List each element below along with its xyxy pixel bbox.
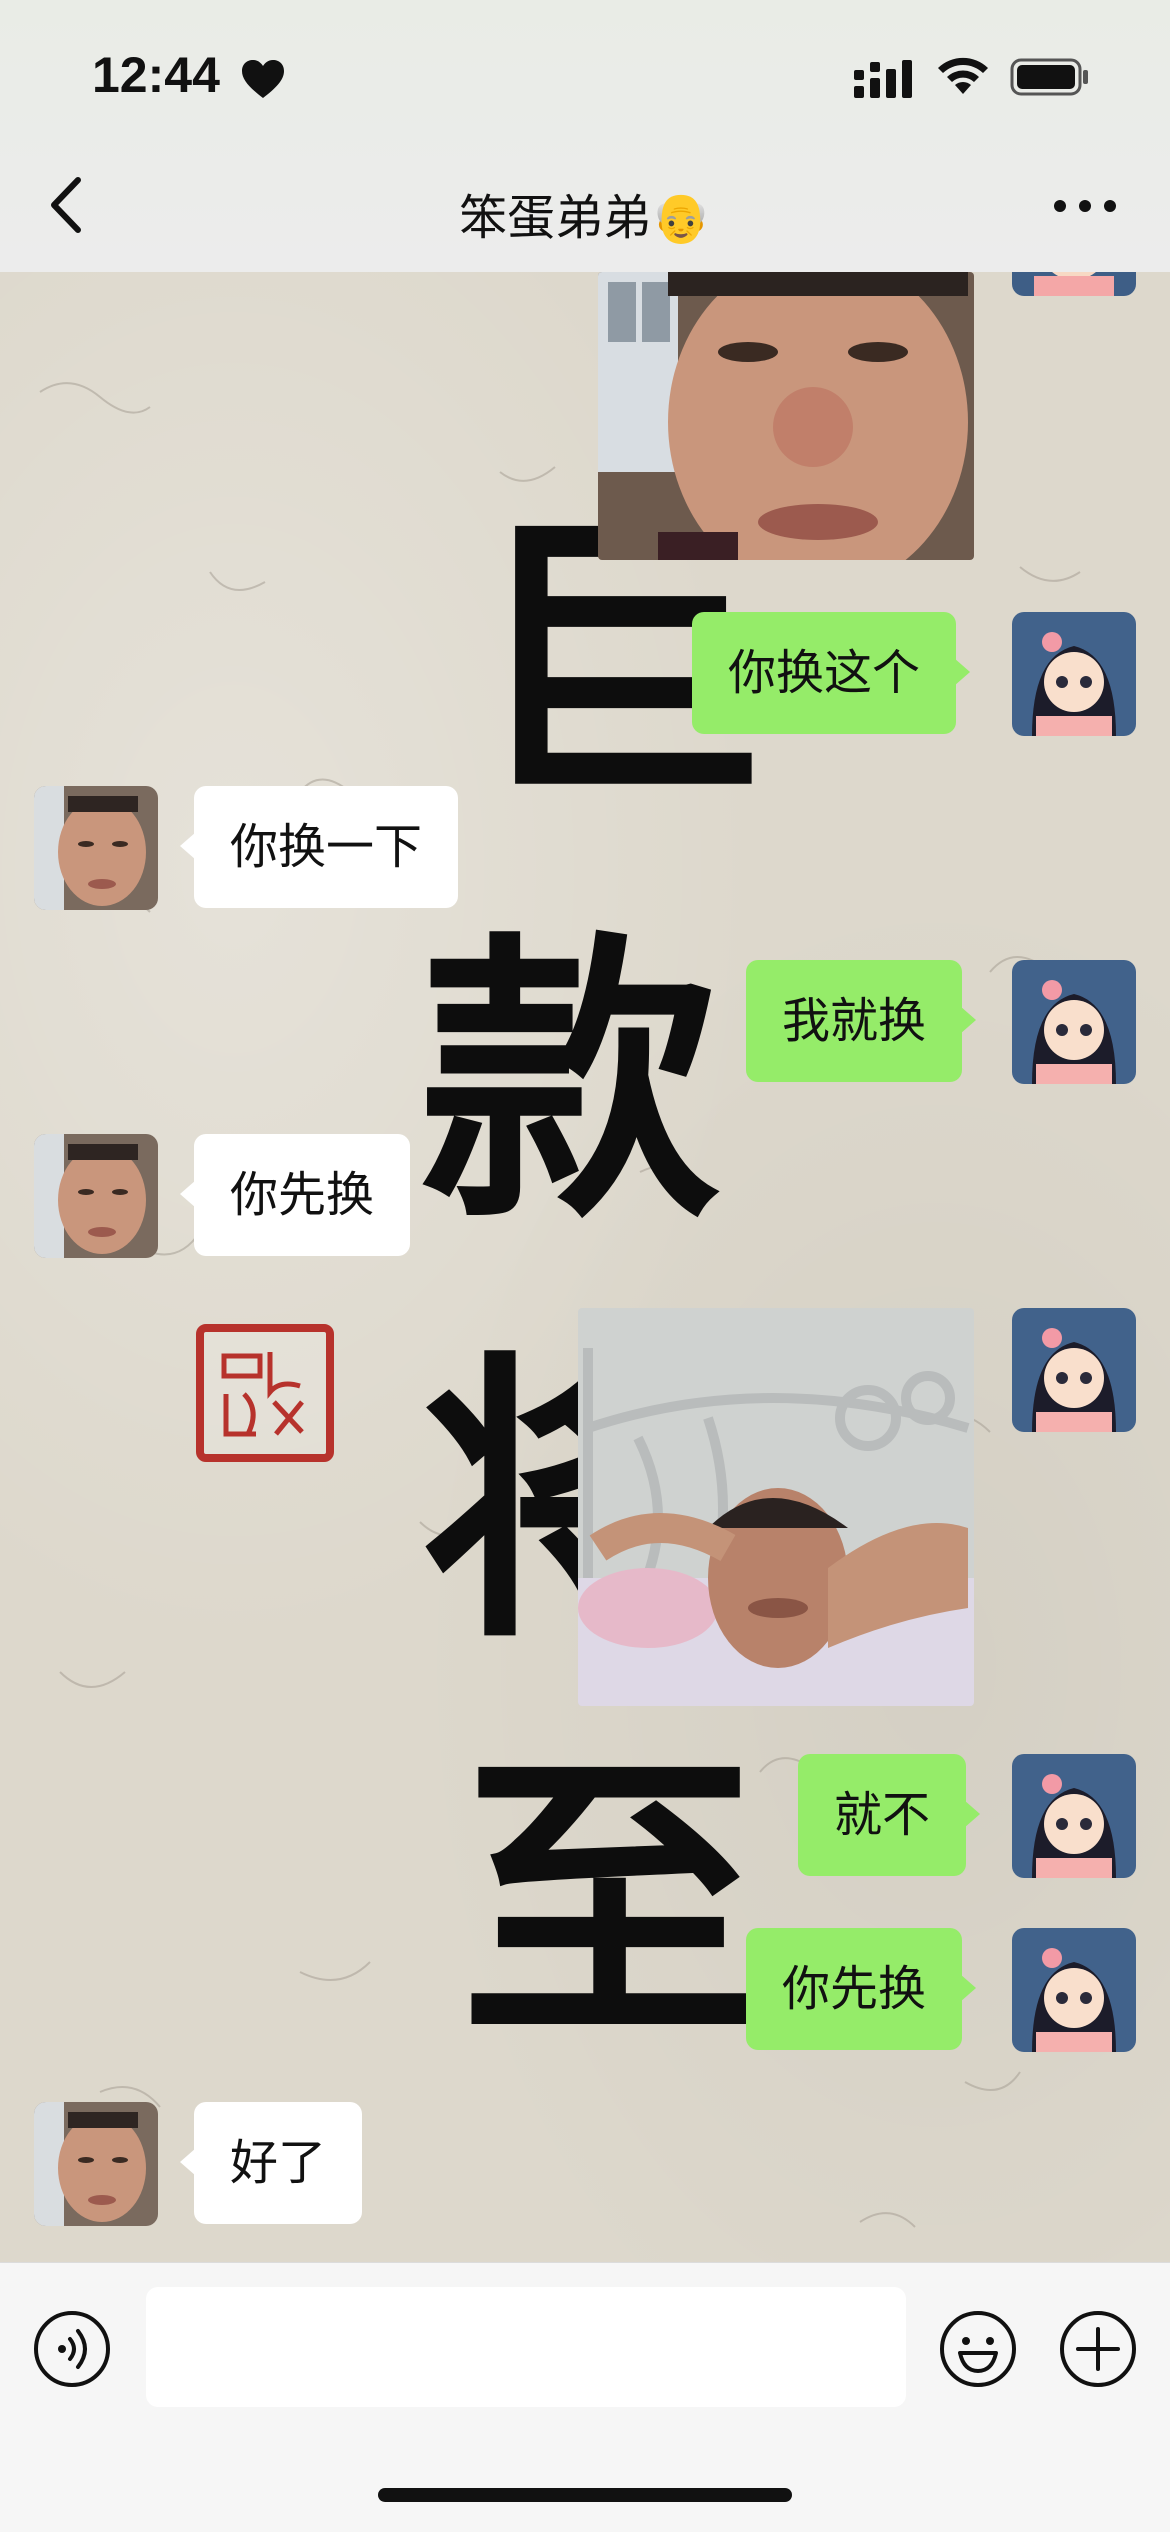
calligraphy-char-2: 款 (420, 905, 720, 1258)
image-message-crying-man[interactable] (598, 272, 974, 560)
red-seal-stamp (196, 1324, 334, 1462)
more-dots-icon[interactable] (1050, 186, 1120, 226)
contact-avatar[interactable] (34, 1134, 158, 1258)
message-bubble-sent[interactable]: 你换这个 (692, 612, 971, 734)
emoji-icon[interactable] (938, 2309, 1018, 2389)
image-message-man-in-bed[interactable] (578, 1308, 974, 1706)
message-bubble-received[interactable]: 好了 (179, 2102, 363, 2224)
my-avatar[interactable] (1012, 1928, 1136, 2052)
my-avatar[interactable] (1012, 612, 1136, 736)
battery-icon (1010, 58, 1088, 96)
my-avatar[interactable] (1012, 1754, 1136, 1878)
heart-icon (242, 60, 284, 98)
message-bubble-received[interactable]: 你换一下 (179, 786, 459, 908)
contact-avatar[interactable] (34, 2102, 158, 2226)
message-bubble-received[interactable]: 你先换 (179, 1134, 411, 1256)
status-time: 12:44 (92, 47, 220, 103)
plus-icon[interactable] (1058, 2309, 1138, 2389)
wifi-icon (938, 57, 988, 94)
message-input[interactable] (146, 2287, 906, 2407)
chat-area[interactable]: 巨 款 将 至 你换这个 你换一下 我就换 你先换 就不 你先换 好了 (0, 272, 1170, 2262)
top-bar: 12:44 笨蛋弟弟👴 (0, 0, 1170, 272)
voice-icon[interactable] (32, 2309, 112, 2389)
message-bubble-sent[interactable]: 我就换 (746, 960, 977, 1082)
chat-title: 笨蛋弟弟👴 (459, 190, 711, 246)
home-indicator[interactable] (378, 2488, 792, 2502)
calligraphy-char-4: 至 (460, 1725, 760, 2078)
my-avatar[interactable] (1012, 1308, 1136, 1432)
my-avatar[interactable] (1012, 272, 1136, 296)
my-avatar[interactable] (1012, 960, 1136, 1084)
contact-avatar[interactable] (34, 786, 158, 910)
message-bubble-sent[interactable]: 就不 (798, 1754, 981, 1876)
message-bubble-sent[interactable]: 你先换 (746, 1928, 977, 2050)
cellular-signal-icon (854, 60, 912, 98)
